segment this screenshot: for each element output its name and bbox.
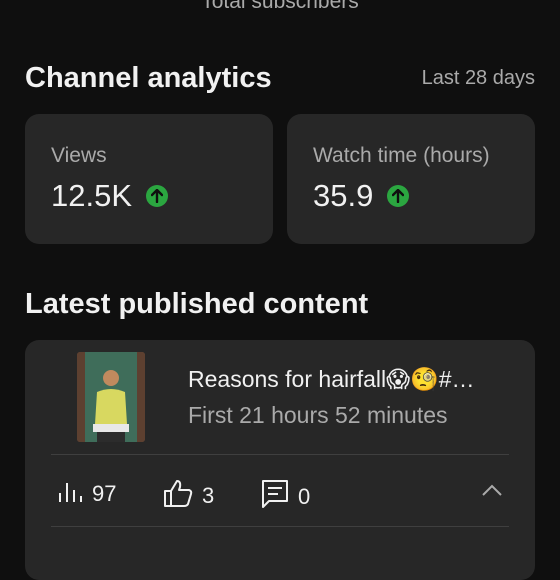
arrow-up-icon [387,185,410,207]
divider [51,454,509,455]
watch-time-card[interactable]: Watch time (hours) 35.9 [287,114,535,244]
likes-stat: 3 [163,479,214,513]
video-thumbnail[interactable] [77,352,145,442]
section-title: Latest published content [25,288,369,320]
latest-video-card[interactable]: Reasons for hairfall😱🧐#… First 21 hours … [25,340,535,580]
arrow-up-icon [146,185,169,207]
bar-chart-icon [57,479,83,509]
divider [51,526,509,527]
period-label[interactable]: Last 28 days [422,67,535,90]
watch-time-value-row: 35.9 [313,178,410,214]
comments-stat: 0 [261,479,310,515]
comments-count: 0 [298,484,311,509]
views-stat: 97 [57,479,116,509]
watch-time-value: 35.9 [313,178,374,213]
views-card[interactable]: Views 12.5K [25,114,273,244]
views-label: Views [51,144,107,167]
likes-count: 3 [202,483,215,508]
views-value: 12.5K [51,178,133,213]
watch-time-label: Watch time (hours) [313,144,490,167]
section-title: Channel analytics [25,62,272,94]
thumbs-up-icon [163,479,193,513]
comment-icon [261,479,289,515]
video-title[interactable]: Reasons for hairfall😱🧐#… [188,366,508,393]
latest-content-header: Latest published content [25,288,535,321]
chevron-up-icon[interactable] [481,483,503,502]
views-count: 97 [92,481,117,506]
channel-analytics-header: Channel analytics Last 28 days [25,62,535,95]
total-subscribers-caption: Total subscribers [201,0,359,13]
views-value-row: 12.5K [51,178,169,214]
video-meta: First 21 hours 52 minutes [188,402,448,428]
